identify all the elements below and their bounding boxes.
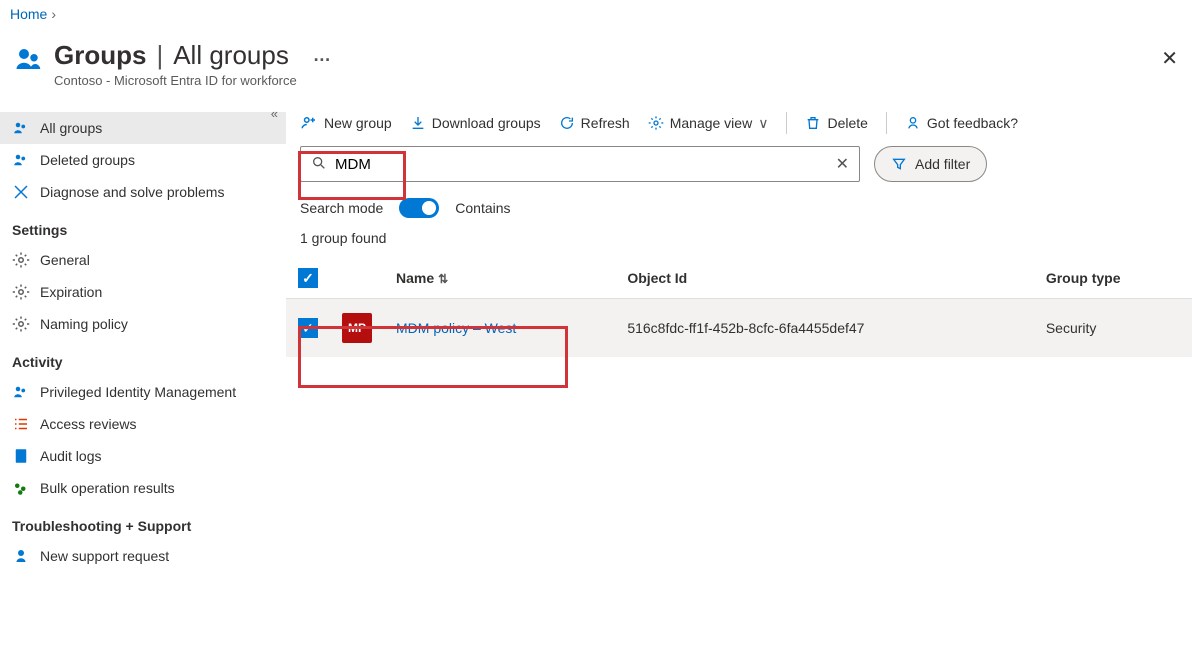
sidebar-item-label: Audit logs [40, 448, 101, 464]
sidebar-item-label: General [40, 252, 90, 268]
sidebar-heading-settings: Settings [0, 208, 286, 244]
col-name-label: Name [396, 270, 434, 286]
col-name[interactable]: Name ⇅ [384, 258, 615, 299]
clear-icon[interactable]: ✕ [836, 154, 849, 174]
sidebar-item-support[interactable]: New support request [0, 540, 286, 572]
sort-icon: ⇅ [438, 272, 448, 286]
sidebar-item-pim[interactable]: Privileged Identity Management [0, 376, 286, 408]
search-box[interactable]: ✕ [300, 146, 860, 182]
group-avatar: MP [342, 313, 372, 343]
select-all-checkbox[interactable]: ✓ [298, 268, 318, 288]
refresh-icon [559, 115, 575, 131]
cmd-divider [786, 112, 787, 134]
sidebar-heading-activity: Activity [0, 340, 286, 376]
page-subtitle: Contoso - Microsoft Entra ID for workfor… [54, 73, 331, 88]
table-row[interactable]: ✓ MP MDM policy – West 516c8fdc-ff1f-452… [286, 299, 1192, 358]
sidebar-item-label: Expiration [40, 284, 102, 300]
add-filter-button[interactable]: Add filter [874, 146, 987, 182]
sidebar: « All groups Deleted groups Diagnose and… [0, 106, 286, 572]
breadcrumb: Home › [0, 0, 1200, 28]
search-mode-value: Contains [455, 200, 510, 216]
content-pane: New group Download groups Refresh Manage… [286, 106, 1200, 572]
trash-icon [805, 115, 821, 131]
wrench-icon [12, 183, 30, 201]
group-type: Security [1034, 299, 1192, 358]
row-checkbox[interactable]: ✓ [298, 318, 318, 338]
result-count: 1 group found [286, 224, 1192, 258]
sidebar-item-audit-logs[interactable]: Audit logs [0, 440, 286, 472]
cmd-label: New group [324, 115, 392, 131]
new-group-button[interactable]: New group [300, 114, 392, 132]
sidebar-item-label: Bulk operation results [40, 480, 175, 496]
people-icon [12, 383, 30, 401]
cmd-label: Manage view [670, 115, 753, 131]
sidebar-item-label: Naming policy [40, 316, 128, 332]
search-mode-label: Search mode [300, 200, 383, 216]
cmd-divider [886, 112, 887, 134]
sidebar-item-label: New support request [40, 548, 169, 564]
chevron-down-icon: ∨ [758, 115, 768, 132]
sidebar-item-label: Diagnose and solve problems [40, 184, 224, 200]
download-icon [410, 115, 426, 131]
page-title-main: Groups [54, 40, 146, 71]
sidebar-item-label: All groups [40, 120, 102, 136]
feedback-button[interactable]: Got feedback? [905, 115, 1018, 131]
groups-icon [14, 44, 44, 74]
sidebar-item-bulk-results[interactable]: Bulk operation results [0, 472, 286, 504]
sidebar-item-access-reviews[interactable]: Access reviews [0, 408, 286, 440]
checklist-icon [12, 415, 30, 433]
results-icon [12, 479, 30, 497]
more-icon[interactable]: … [313, 45, 331, 66]
cmd-label: Delete [827, 115, 867, 131]
manage-view-button[interactable]: Manage view ∨ [648, 115, 769, 132]
breadcrumb-home-link[interactable]: Home [10, 6, 47, 22]
groups-table: ✓ Name ⇅ Object Id Group type ✓ MP MDM po… [286, 258, 1192, 357]
gear-icon [12, 315, 30, 333]
filter-label: Add filter [915, 156, 970, 172]
cmd-label: Refresh [581, 115, 630, 131]
cmd-label: Got feedback? [927, 115, 1018, 131]
search-input[interactable] [335, 156, 826, 173]
sidebar-item-naming-policy[interactable]: Naming policy [0, 308, 286, 340]
sidebar-item-deleted-groups[interactable]: Deleted groups [0, 144, 286, 176]
new-group-icon [300, 114, 318, 132]
group-object-id: 516c8fdc-ff1f-452b-8cfc-6fa4455def47 [615, 299, 1034, 358]
collapse-sidebar-icon[interactable]: « [271, 106, 278, 121]
cmd-label: Download groups [432, 115, 541, 131]
delete-button[interactable]: Delete [805, 115, 867, 131]
sidebar-item-label: Deleted groups [40, 152, 135, 168]
group-name-link[interactable]: MDM policy – West [396, 320, 516, 336]
sidebar-item-label: Privileged Identity Management [40, 384, 236, 400]
sidebar-item-all-groups[interactable]: All groups [0, 112, 286, 144]
search-icon [311, 155, 327, 174]
search-mode-toggle[interactable] [399, 198, 439, 218]
gear-icon [648, 115, 664, 131]
support-icon [12, 547, 30, 565]
close-icon[interactable]: ✕ [1161, 46, 1178, 71]
refresh-button[interactable]: Refresh [559, 115, 630, 131]
col-object-id[interactable]: Object Id [615, 258, 1034, 299]
command-bar: New group Download groups Refresh Manage… [286, 106, 1192, 146]
chevron-right-icon: › [51, 6, 56, 22]
log-icon [12, 447, 30, 465]
sidebar-item-diagnose[interactable]: Diagnose and solve problems [0, 176, 286, 208]
gear-icon [12, 283, 30, 301]
filter-icon [891, 156, 907, 172]
page-title: Groups | All groups … [54, 40, 331, 71]
page-title-sub: All groups [173, 40, 289, 71]
title-separator: | [156, 40, 163, 71]
gear-icon [12, 251, 30, 269]
people-deleted-icon [12, 151, 30, 169]
sidebar-item-label: Access reviews [40, 416, 136, 432]
feedback-icon [905, 115, 921, 131]
sidebar-heading-troubleshooting: Troubleshooting + Support [0, 504, 286, 540]
col-group-type[interactable]: Group type [1034, 258, 1192, 299]
people-icon [12, 119, 30, 137]
sidebar-item-expiration[interactable]: Expiration [0, 276, 286, 308]
blade-header: Groups | All groups … Contoso - Microsof… [0, 28, 1200, 106]
sidebar-item-general[interactable]: General [0, 244, 286, 276]
download-groups-button[interactable]: Download groups [410, 115, 541, 131]
